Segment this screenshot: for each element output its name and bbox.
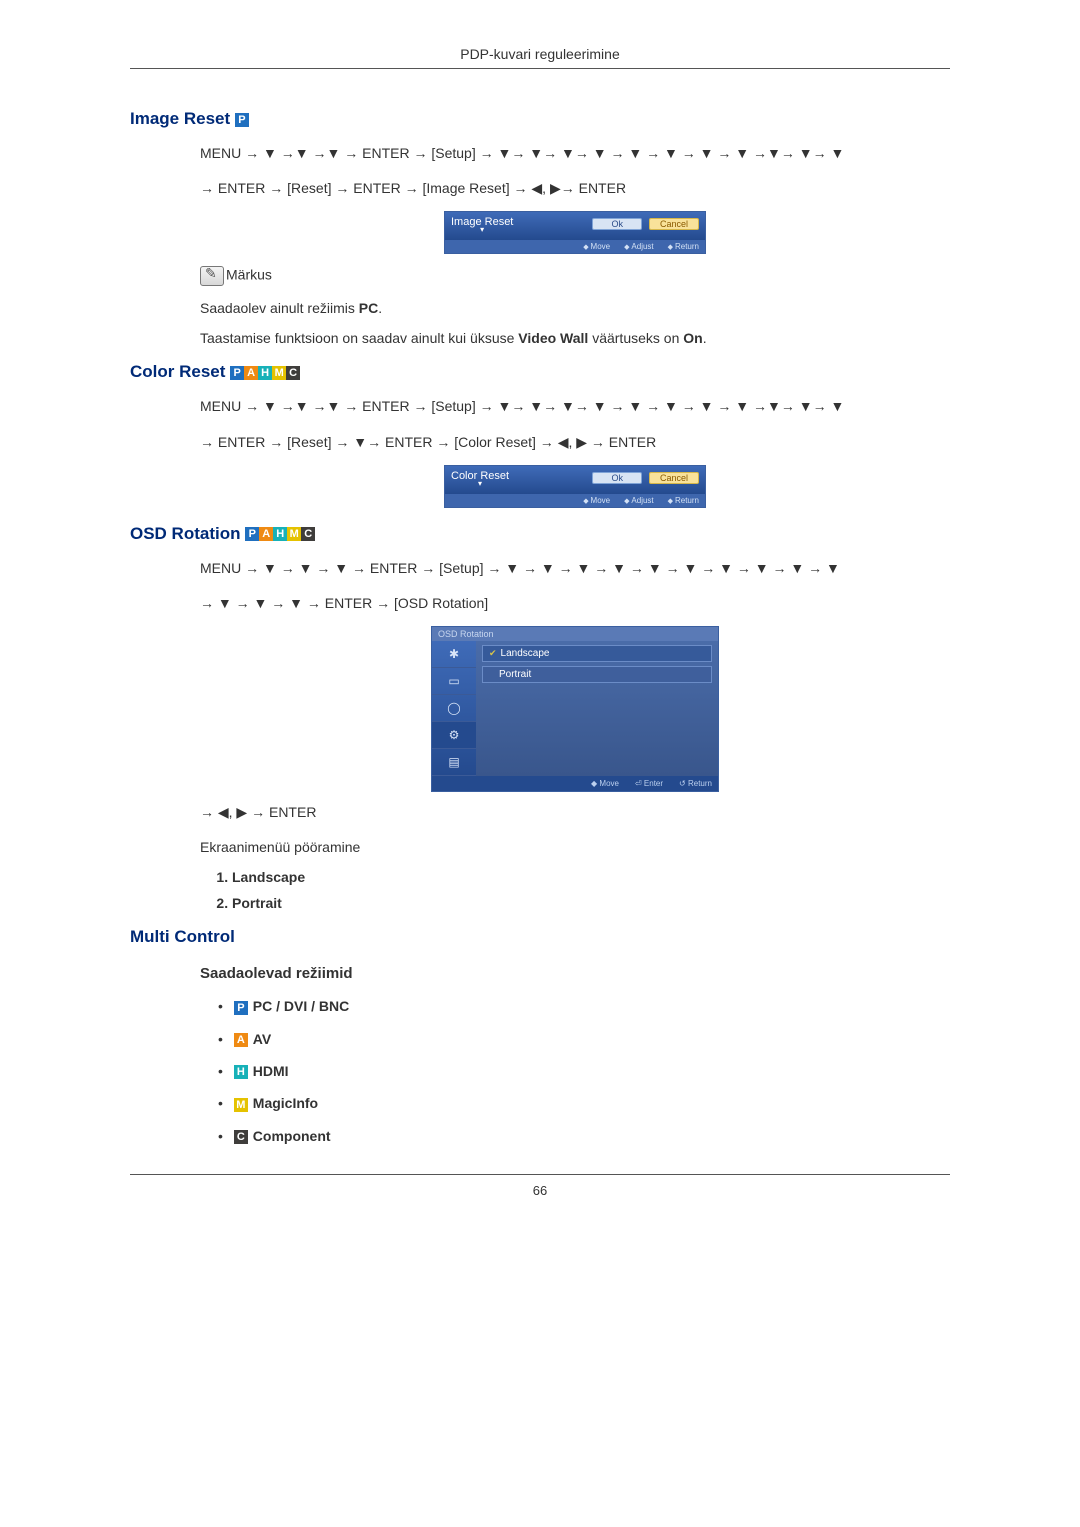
osd-rotation-desc: Ekraanimenüü pööramine [200,839,950,855]
osd-tab-icon[interactable]: ▭ [432,668,476,695]
note-text-2: Taastamise funktsioon on saadav ainult k… [200,330,950,346]
osd-foot-return: Return [668,242,699,251]
note-text-1: Saadaolev ainult režiimis PC. [200,300,950,316]
osd-tab-icon[interactable]: ▤ [432,749,476,776]
osd-cancel-button[interactable]: Cancel [649,472,699,484]
mode-p-icon: P [245,527,259,541]
mode-a-icon: A [244,366,258,380]
list-item: • A AV [218,1031,950,1047]
osd-foot-adjust: Adjust [624,242,654,251]
osd-foot-move: Move [583,242,610,251]
osd-tab-icon[interactable]: ✱ [432,641,476,668]
mode-list: • P PC / DVI / BNC • A AV • H HDMI • M M… [200,998,950,1143]
mode-label: AV [253,1031,271,1047]
mode-p-icon: P [235,113,249,127]
note-row: Märkus [200,266,950,286]
title-text: OSD Rotation [130,524,241,543]
mode-c-icon: C [301,527,315,541]
osd-cancel-button[interactable]: Cancel [649,218,699,230]
mode-m-icon: M [272,366,286,380]
osd-ok-button[interactable]: Ok [592,472,642,484]
image-reset-path-2: → ENTER → [Reset] → ENTER → [Image Reset… [200,176,950,201]
osd-title: Image Reset ▾ [451,216,513,232]
mode-c-icon: C [286,366,300,380]
osd-image-reset: Image Reset ▾ Ok Cancel Move Adjust Retu… [444,211,706,254]
osd-rotation-path-1: MENU → ▼ → ▼ → ▼ → ENTER → [Setup] → ▼ →… [200,556,950,581]
page-header: PDP-kuvari reguleerimine [130,40,950,69]
osd-title: Color Reset ▾ [451,470,509,486]
list-item: Landscape [232,869,950,885]
osd-foot-return: ↺ Return [679,779,712,788]
osd-rotation-options-list: Landscape Portrait [200,869,950,911]
mode-h-icon: H [273,527,287,541]
section-osd-rotation-title: OSD Rotation PAHMC [130,524,950,544]
mode-m-icon: M [287,527,301,541]
mode-m-icon: M [234,1098,248,1112]
mode-h-icon: H [258,366,272,380]
list-item: • C Component [218,1128,950,1144]
note-label: Märkus [226,267,272,283]
osd-rotation-after: → ◀, ▶ → ENTER [200,800,950,825]
osd-foot-adjust: Adjust [624,496,654,505]
mode-label: PC / DVI / BNC [253,998,349,1014]
osd-foot-return: Return [668,496,699,505]
osd-tab-icon-selected[interactable]: ⚙ [432,722,476,749]
osd-option-landscape[interactable]: Landscape [482,645,712,662]
section-image-reset-title: Image Reset P [130,109,950,129]
page-number: 66 [130,1174,950,1198]
color-reset-path-1: MENU → ▼ →▼ →▼ → ENTER → [Setup] → ▼→ ▼→… [200,394,950,419]
osd-tab-icon[interactable]: ◯ [432,695,476,722]
mode-label: Component [253,1128,331,1144]
section-multi-control-title: Multi Control [130,927,950,947]
note-icon [200,266,224,286]
osd-foot-move: Move [583,496,610,505]
osd-ok-button[interactable]: Ok [592,218,642,230]
osd-color-reset: Color Reset ▾ Ok Cancel Move Adjust Retu… [444,465,706,508]
mode-p-icon: P [230,366,244,380]
osd-rotation-menu: OSD Rotation ✱ ▭ ◯ ⚙ ▤ Landscape Portrai… [431,626,719,792]
available-modes-subtitle: Saadaolevad režiimid [200,965,950,982]
osd-rotation-path-2: → ▼ → ▼ → ▼ → ENTER → [OSD Rotation] [200,591,950,616]
mode-a-icon: A [259,527,273,541]
osd-foot-move: ◆ Move [591,779,619,788]
osd-option-portrait[interactable]: Portrait [482,666,712,683]
image-reset-path-1: MENU → ▼ →▼ →▼ → ENTER → [Setup] → ▼→ ▼→… [200,141,950,166]
mode-p-icon: P [234,1001,248,1015]
mode-a-icon: A [234,1033,248,1047]
list-item: • M MagicInfo [218,1095,950,1111]
mode-label: MagicInfo [253,1095,318,1111]
mode-h-icon: H [234,1065,248,1079]
list-item: • P PC / DVI / BNC [218,998,950,1014]
title-text: Image Reset [130,109,230,128]
list-item: • H HDMI [218,1063,950,1079]
mode-label: HDMI [253,1063,289,1079]
osd-large-header: OSD Rotation [432,627,718,641]
list-item: Portrait [232,895,950,911]
mode-c-icon: C [234,1130,248,1144]
title-text: Color Reset [130,362,225,381]
osd-foot-enter: ⏎ Enter [635,779,663,788]
color-reset-path-2: → ENTER → [Reset] → ▼→ ENTER → [Color Re… [200,430,950,455]
osd-icon-column: ✱ ▭ ◯ ⚙ ▤ [432,641,476,776]
section-color-reset-title: Color Reset PAHMC [130,362,950,382]
